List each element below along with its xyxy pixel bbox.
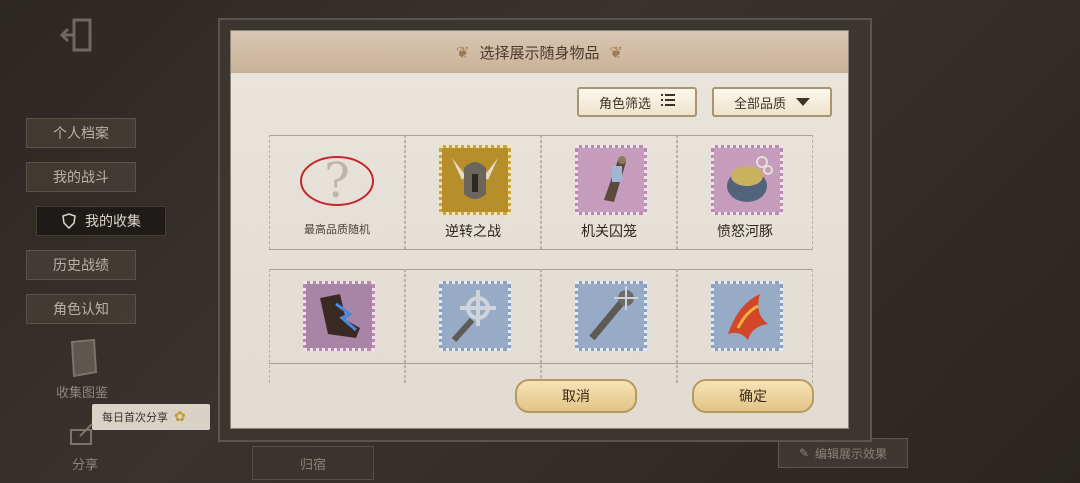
confirm-label: 确定 [739, 389, 767, 405]
book-icon[interactable] [66, 338, 102, 378]
cancel-label: 取消 [562, 389, 590, 405]
share-label[interactable]: 分享 [72, 454, 98, 473]
lightning-boot-icon [303, 281, 375, 351]
fire-feather-icon [711, 281, 783, 351]
item-card[interactable]: ? 最高品质随机 [269, 135, 405, 249]
collection-label[interactable]: 收集图鉴 [56, 382, 108, 401]
sidebar-item-battle[interactable]: 我的战斗 [26, 162, 136, 192]
quality-filter-label: 全部品质 [733, 96, 786, 112]
sidebar-item-label: 我的战斗 [53, 170, 109, 186]
sidebar-item-label: 我的收集 [85, 214, 141, 230]
item-card[interactable] [677, 269, 813, 383]
gift-icon: ✿ [174, 409, 186, 425]
quality-filter-select[interactable]: 全部品质 [712, 87, 832, 117]
cancel-button[interactable]: 取消 [515, 379, 637, 413]
sidebar-item-profile[interactable]: 个人档案 [26, 118, 136, 148]
dialog-title: 选择展示随身物品 [479, 43, 600, 62]
svg-text:?: ? [324, 153, 350, 209]
edit-effect-label: 编辑展示效果 [815, 446, 888, 461]
item-card[interactable] [405, 269, 541, 383]
sidebar-item-history[interactable]: 历史战绩 [26, 250, 136, 280]
spiked-flail-icon [575, 281, 647, 351]
share-tooltip: 每日首次分享 ✿ [92, 404, 210, 430]
winged-helmet-icon [439, 145, 511, 215]
item-card[interactable]: 逆转之战 [405, 135, 541, 249]
exit-icon[interactable] [58, 16, 98, 56]
sidebar-item-label: 角色认知 [53, 302, 109, 318]
chevron-down-icon [796, 95, 810, 110]
sidebar-item-label: 历史战绩 [53, 258, 109, 274]
confirm-button[interactable]: 确定 [692, 379, 814, 413]
bottom-tab[interactable]: 归宿 [252, 446, 374, 480]
item-card[interactable] [541, 269, 677, 383]
share-icon[interactable] [68, 420, 98, 448]
role-filter-label: 角色筛选 [598, 96, 651, 112]
item-card[interactable] [269, 269, 405, 383]
sidebar-item-label: 个人档案 [53, 126, 109, 142]
item-grid: ? 最高品质随机 逆转之战 机关囚笼 愤怒河豚 [269, 135, 813, 383]
edit-effect-button[interactable]: ✎ 编辑展示效果 [778, 438, 908, 468]
item-label: 最高品质随机 [304, 223, 370, 236]
item-card[interactable]: 愤怒河豚 [677, 135, 813, 249]
pufferfish-icon [711, 145, 783, 215]
item-label: 逆转之战 [445, 224, 501, 240]
sidebar-item-collection[interactable]: 我的收集 [36, 206, 166, 236]
select-item-dialog: ❦ 选择展示随身物品 ❦ 角色筛选 全部品质 ? 最高品质随机 逆转之战 机关囚… [231, 31, 848, 428]
bottom-tab-label: 归宿 [299, 457, 326, 473]
item-card[interactable]: 机关囚笼 [541, 135, 677, 249]
shield-icon [61, 213, 77, 230]
dialog-header: ❦ 选择展示随身物品 ❦ [231, 31, 848, 73]
item-label: 机关囚笼 [581, 224, 637, 240]
cage-lantern-icon [575, 145, 647, 215]
list-icon [661, 94, 675, 110]
cross-sword-icon [439, 281, 511, 351]
question-mark-icon: ? [300, 145, 375, 215]
role-filter-button[interactable]: 角色筛选 [577, 87, 697, 117]
edit-icon: ✎ [798, 446, 810, 460]
item-label: 愤怒河豚 [717, 224, 773, 240]
sidebar-item-role[interactable]: 角色认知 [26, 294, 136, 324]
laurel-left-icon: ❦ [456, 42, 470, 62]
laurel-right-icon: ❦ [609, 42, 623, 62]
share-tooltip-text: 每日首次分享 [102, 411, 168, 424]
